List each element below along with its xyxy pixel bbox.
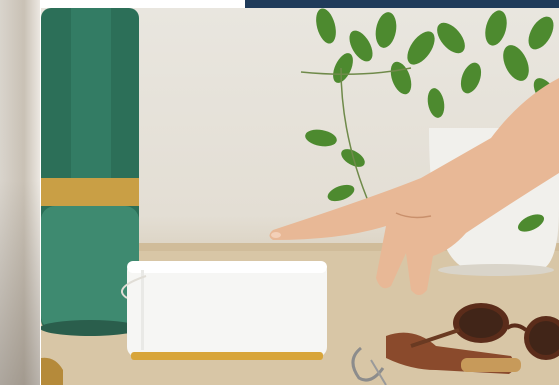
top-banner-bar	[245, 0, 559, 8]
left-edge-image-strip	[0, 0, 40, 385]
smart-hub-icon	[127, 261, 327, 360]
left-strip-shadow	[0, 180, 40, 385]
photo-illustration	[41, 8, 559, 385]
product-photo	[41, 8, 559, 385]
